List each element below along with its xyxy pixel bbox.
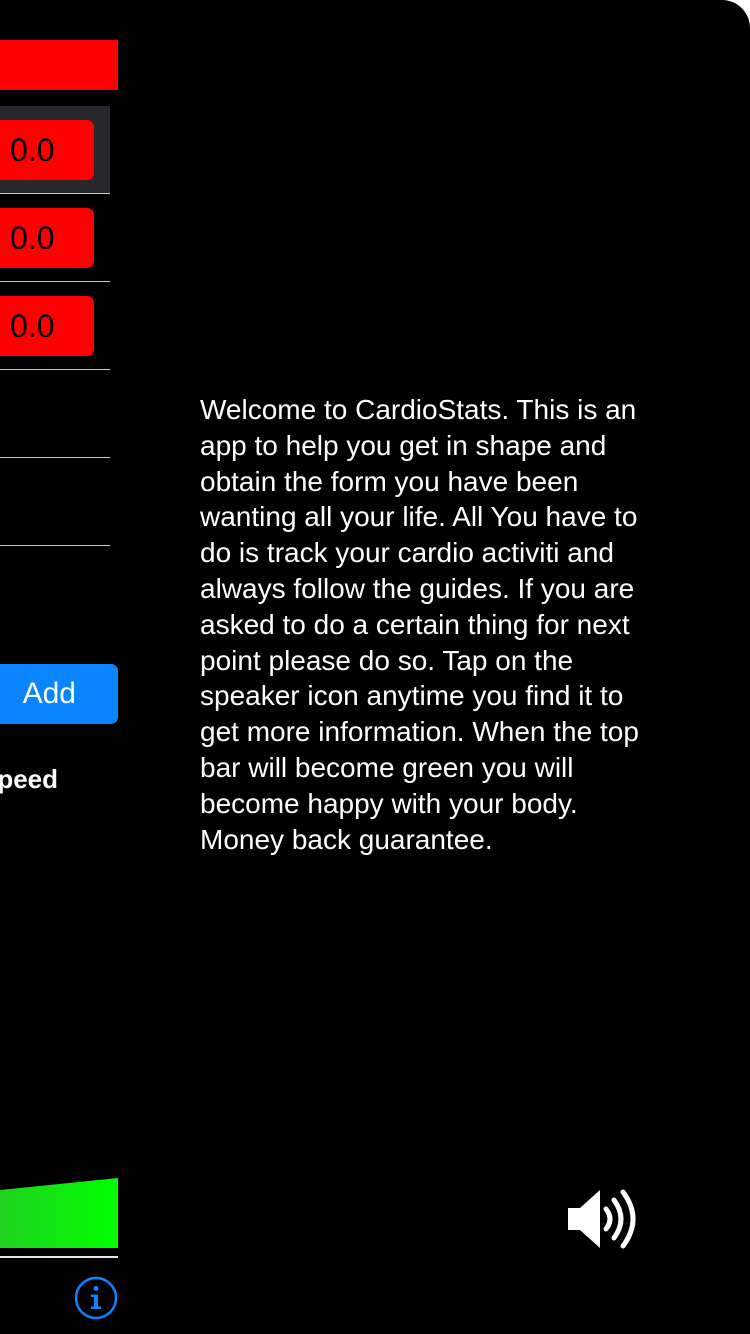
- welcome-message: Welcome to CardioStats. This is an app t…: [200, 394, 639, 855]
- stat-row-1[interactable]: 0.0: [0, 106, 110, 194]
- info-icon[interactable]: [74, 1276, 118, 1320]
- stat-row-2[interactable]: 0.0: [0, 194, 110, 282]
- progress-area: [0, 1178, 118, 1248]
- speaker-icon[interactable]: [566, 1188, 640, 1250]
- stat-row-3[interactable]: 0.0: [0, 282, 110, 370]
- speed-label: Speed: [0, 764, 59, 794]
- progress-graph: [0, 1178, 118, 1248]
- bottom-divider: [0, 1256, 118, 1258]
- add-button[interactable]: Add: [0, 664, 118, 724]
- stat-row-4[interactable]: [0, 370, 110, 458]
- stat-value-3[interactable]: 0.0: [0, 296, 94, 356]
- side-panel: 0.0 0.0 0.0 Add Speed: [0, 0, 120, 1334]
- goal-status-bar: [0, 40, 118, 90]
- stat-value-2[interactable]: 0.0: [0, 208, 94, 268]
- stat-row-5[interactable]: [0, 458, 110, 546]
- app-screen: 0.0 0.0 0.0 Add Speed Welco: [0, 0, 750, 1334]
- stat-value-1[interactable]: 0.0: [0, 120, 94, 180]
